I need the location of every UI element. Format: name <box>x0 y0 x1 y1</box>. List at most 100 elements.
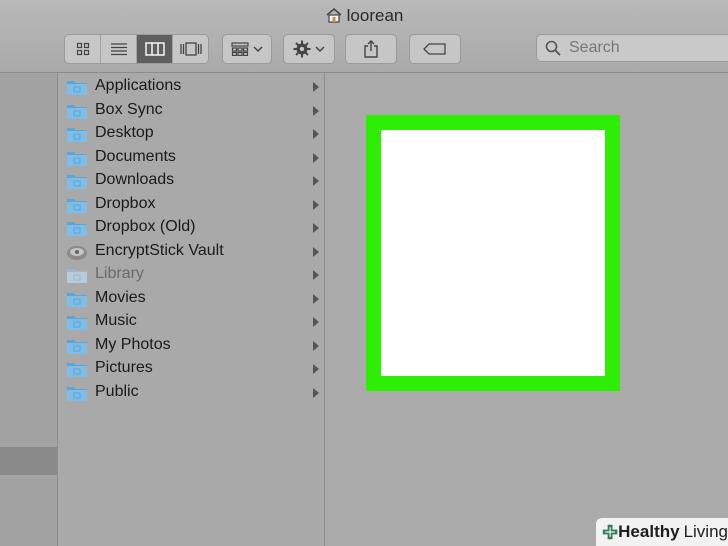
list-item-label: Desktop <box>95 124 154 141</box>
applications-folder-icon <box>66 78 88 101</box>
list-item[interactable]: Public <box>58 382 324 404</box>
file-column: Applications Box Sync Desktop Documents Down… <box>58 73 325 546</box>
cover-flow-icon <box>179 42 202 56</box>
disclosure-arrow-icon <box>313 340 319 351</box>
downloads-folder-icon <box>66 172 88 195</box>
movies-folder-icon <box>67 292 87 307</box>
search-input[interactable] <box>567 38 721 58</box>
list-item-label: Dropbox (Old) <box>95 218 196 235</box>
vault-icon <box>67 245 87 260</box>
list-item[interactable]: Documents <box>58 147 324 169</box>
box-sync-folder-icon <box>66 102 88 125</box>
list-item-label: Documents <box>95 147 176 165</box>
list-item-label: Dropbox <box>95 194 156 212</box>
disclosure-arrow-icon <box>313 223 319 233</box>
toolbar: loorean <box>0 0 728 73</box>
arrange-grid-icon <box>231 42 249 56</box>
disclosure-arrow-icon <box>313 317 319 327</box>
list-item[interactable]: Desktop <box>58 123 324 145</box>
documents-folder-icon <box>67 151 87 166</box>
list-icon <box>110 43 127 56</box>
public-folder-icon <box>66 384 88 407</box>
grid-icon <box>76 42 89 56</box>
disclosure-arrow-icon <box>313 176 319 186</box>
column-view-button[interactable] <box>137 35 173 63</box>
downloads-folder-icon <box>67 175 87 189</box>
action-button[interactable] <box>283 34 335 64</box>
applications-folder-icon <box>67 81 87 95</box>
dropbox-folder-icon <box>66 219 88 242</box>
chevron-down-icon <box>315 46 325 53</box>
desktop-folder-icon <box>66 125 88 148</box>
folder-icon <box>67 339 87 354</box>
movies-folder-icon <box>66 290 88 313</box>
arrange-button[interactable] <box>222 34 272 64</box>
list-item-label: Library <box>95 265 144 282</box>
list-item[interactable]: Dropbox <box>58 194 324 216</box>
list-item[interactable]: Pictures <box>58 358 324 380</box>
search-field[interactable] <box>536 34 728 62</box>
window-title-text: loorean <box>346 6 404 25</box>
public-folder-icon <box>67 386 87 401</box>
tags-button[interactable] <box>409 34 461 64</box>
search-icon <box>545 40 561 56</box>
list-item-label: EncryptStick Vault <box>95 241 224 259</box>
list-item[interactable]: Downloads <box>58 170 324 192</box>
watermark: Healthy Living <box>596 518 728 546</box>
watermark-healthy: Healthy <box>618 522 680 541</box>
list-item-label: Music <box>95 312 137 329</box>
window-title: loorean <box>0 6 728 28</box>
disclosure-arrow-icon <box>313 82 319 92</box>
list-item[interactable]: Box Sync <box>58 100 324 122</box>
share-button[interactable] <box>345 34 397 64</box>
folder-icon <box>66 337 88 360</box>
home-icon <box>325 7 343 28</box>
disclosure-arrow-icon <box>313 387 319 398</box>
sidebar-selected-item[interactable] <box>0 447 57 475</box>
list-item-label: Applications <box>95 77 182 94</box>
list-item[interactable]: EncryptStick Vault <box>58 241 324 263</box>
view-switcher <box>64 34 209 64</box>
share-icon <box>364 40 378 58</box>
list-item-label: Public <box>95 382 139 400</box>
disclosure-arrow-icon <box>313 105 319 116</box>
list-item[interactable]: Music <box>58 311 324 333</box>
desktop-folder-icon <box>67 128 87 142</box>
list-item-label: Box Sync <box>95 100 163 118</box>
documents-folder-icon <box>66 149 88 172</box>
chevron-down-icon <box>253 46 263 53</box>
blank-preview <box>381 130 605 376</box>
list-item[interactable]: Movies <box>58 288 324 310</box>
dropbox-folder-icon <box>66 196 88 219</box>
cover-flow-view-button[interactable] <box>173 35 208 63</box>
dropbox-folder-icon <box>67 198 87 213</box>
library-folder-icon <box>66 266 88 289</box>
pictures-folder-icon <box>66 360 88 383</box>
box-sync-folder-icon <box>67 104 87 119</box>
icon-view-button[interactable] <box>65 35 101 63</box>
list-item[interactable]: Library <box>58 264 324 286</box>
list-item[interactable]: Applications <box>58 76 324 98</box>
list-item-label: Movies <box>95 288 146 306</box>
columns-icon <box>144 42 165 56</box>
dropbox-folder-icon <box>67 222 87 236</box>
music-folder-icon <box>67 316 87 330</box>
cross-logo-icon <box>602 524 618 540</box>
sidebar <box>0 73 58 546</box>
highlight-frame <box>366 115 620 391</box>
list-view-button[interactable] <box>101 35 137 63</box>
disclosure-arrow-icon <box>313 129 319 139</box>
list-item[interactable]: Dropbox (Old) <box>58 217 324 239</box>
pictures-folder-icon <box>67 363 87 377</box>
watermark-living: Living <box>683 522 728 541</box>
gear-icon <box>293 40 311 58</box>
list-item-label: Downloads <box>95 171 175 188</box>
disclosure-arrow-icon <box>313 364 319 374</box>
vault-icon <box>66 243 88 266</box>
list-item-label: My Photos <box>95 335 171 353</box>
list-item-label: Pictures <box>95 359 153 376</box>
disclosure-arrow-icon <box>313 270 319 280</box>
tag-icon <box>423 43 446 55</box>
disclosure-arrow-icon <box>313 199 319 210</box>
list-item[interactable]: My Photos <box>58 335 324 357</box>
